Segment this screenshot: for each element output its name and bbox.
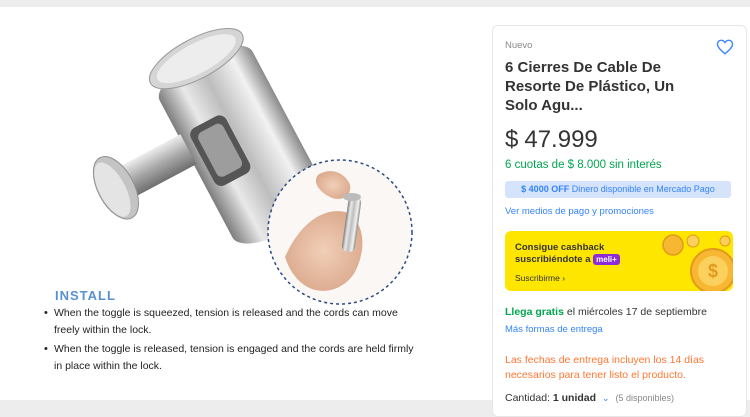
price: $47.999 bbox=[505, 126, 598, 154]
subscribe-link[interactable]: Suscribirme › bbox=[515, 273, 565, 283]
free-shipping-label: Llega gratis bbox=[505, 306, 564, 318]
cashback-line1: Consigue cashback bbox=[515, 242, 605, 253]
product-title: 6 Cierres De Cable De Resorte De Plástic… bbox=[505, 59, 675, 114]
top-strip bbox=[0, 0, 750, 7]
condition-label: Nuevo bbox=[505, 40, 533, 51]
product-page: INSTALL When the toggle is squeezed, ten… bbox=[0, 7, 750, 417]
install-heading: INSTALL bbox=[55, 288, 116, 303]
cashback-banner[interactable]: Consigue cashback suscribiéndote a meli+… bbox=[505, 231, 733, 291]
install-step: When the toggle is released, tension is … bbox=[44, 341, 424, 375]
buy-box: Nuevo 6 Cierres De Cable De Resorte De P… bbox=[492, 25, 747, 417]
quantity-label: Cantidad: bbox=[505, 392, 550, 404]
payment-methods-link[interactable]: Ver medios de pago y promociones bbox=[505, 206, 654, 217]
meli-plus-badge: meli+ bbox=[593, 254, 620, 265]
quantity-selector[interactable]: Cantidad: 1 unidad ⌄ (5 disponibles) bbox=[505, 392, 674, 404]
installments-text: 6 cuotas de $ 8.000 sin interés bbox=[505, 159, 662, 171]
coins-icon: $ bbox=[662, 234, 733, 291]
more-delivery-options-link[interactable]: Más formas de entrega bbox=[505, 324, 603, 335]
chevron-right-icon: › bbox=[562, 273, 566, 283]
price-value: 47.999 bbox=[524, 126, 598, 153]
subscribe-label: Suscribirme bbox=[515, 273, 560, 283]
install-step: When the toggle is squeezed, tension is … bbox=[44, 305, 424, 339]
promo-text: Dinero disponible en Mercado Pago bbox=[571, 184, 715, 194]
promo-amount: $ 4000 OFF bbox=[521, 184, 570, 194]
shipping-info: Llega gratis el miércoles 17 de septiemb… bbox=[505, 306, 707, 318]
cashback-text: Consigue cashback suscribiéndote a meli+ bbox=[515, 242, 620, 266]
svg-text:$: $ bbox=[708, 261, 718, 281]
promo-banner: $ 4000 OFF Dinero disponible en Mercado … bbox=[505, 181, 731, 198]
quantity-available: (5 disponibles) bbox=[615, 393, 674, 403]
price-currency: $ bbox=[505, 126, 519, 153]
chevron-down-icon: ⌄ bbox=[601, 393, 610, 403]
favorite-heart-icon[interactable] bbox=[716, 38, 734, 56]
quantity-value: 1 unidad bbox=[552, 392, 597, 404]
install-instructions: When the toggle is squeezed, tension is … bbox=[44, 305, 424, 377]
product-image-gallery[interactable]: INSTALL When the toggle is squeezed, ten… bbox=[0, 7, 490, 400]
delivery-notice: Las fechas de entrega incluyen los 14 dí… bbox=[505, 354, 705, 381]
cashback-line2: suscribiéndote a bbox=[515, 254, 591, 265]
delivery-date: el miércoles 17 de septiembre bbox=[566, 306, 707, 318]
